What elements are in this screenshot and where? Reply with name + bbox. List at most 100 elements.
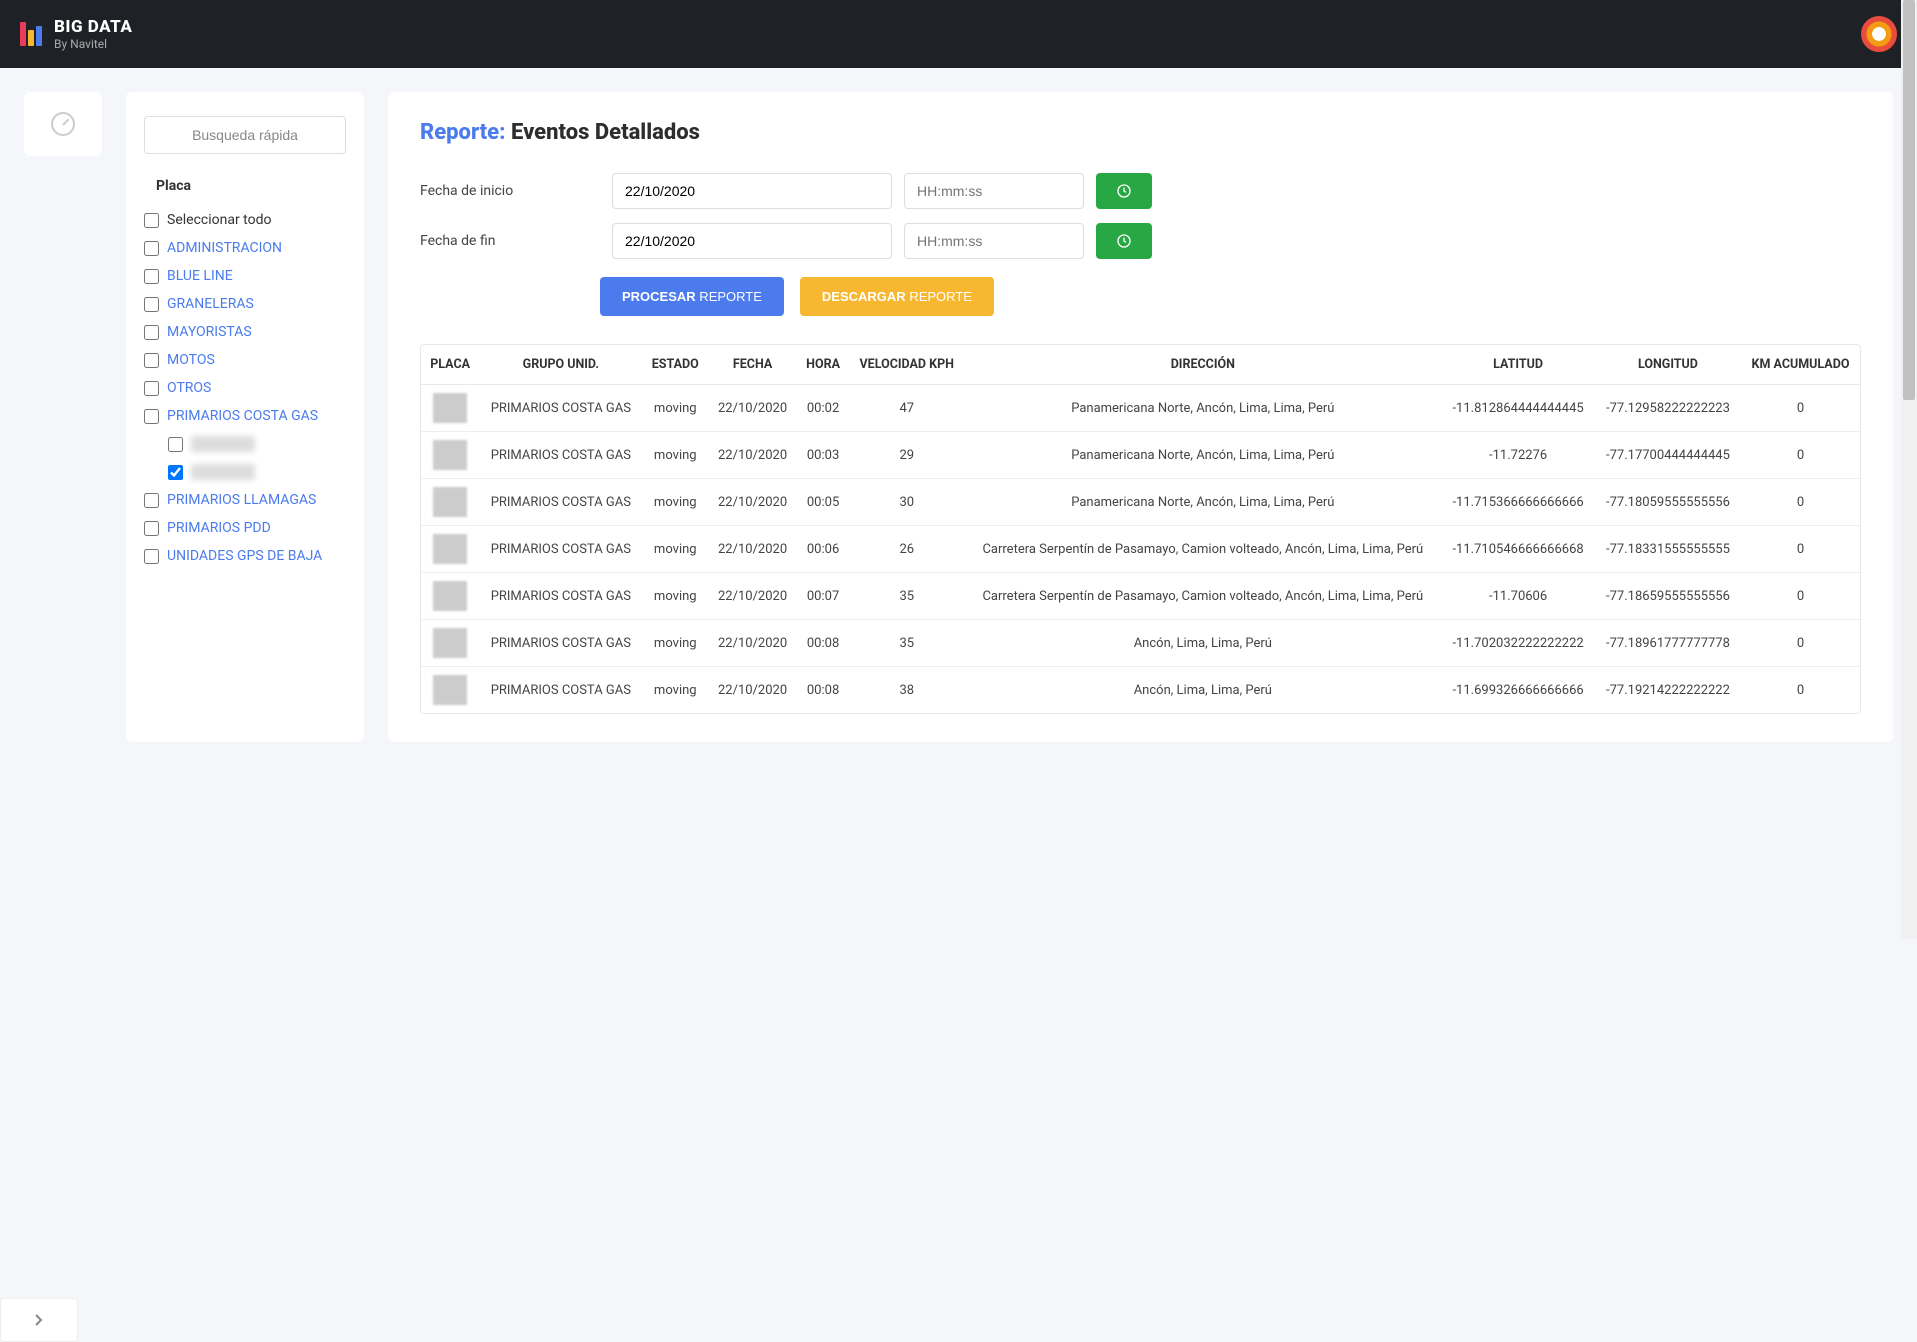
table-cell: 0	[1741, 620, 1860, 667]
clock-icon	[1116, 183, 1132, 199]
filter-item[interactable]: MOTOS	[144, 346, 346, 374]
filter-label[interactable]: GRANELERAS	[167, 296, 254, 312]
scrollbar[interactable]	[1901, 0, 1917, 939]
end-time-input[interactable]	[904, 223, 1084, 259]
table-cell: 00:07	[797, 573, 849, 620]
dashboard-icon[interactable]	[51, 112, 75, 136]
table-cell: 00:05	[797, 479, 849, 526]
filter-sub-item[interactable]: XXX-XXX	[144, 458, 346, 486]
filter-item[interactable]: GRANELERAS	[144, 290, 346, 318]
filter-item[interactable]: PRIMARIOS COSTA GAS	[144, 402, 346, 430]
table-cell: 26	[849, 526, 964, 573]
table-cell: -77.18059555555556	[1595, 479, 1741, 526]
table-cell: PRIMARIOS COSTA GAS	[479, 620, 642, 667]
filter-item[interactable]: ADMINISTRACION	[144, 234, 346, 262]
filter-sub-item[interactable]: XXX-XXX	[144, 430, 346, 458]
table-cell: moving	[642, 620, 708, 667]
filter-checkbox[interactable]	[144, 493, 159, 508]
table-cell: 22/10/2020	[708, 432, 797, 479]
table-cell: moving	[642, 526, 708, 573]
filter-label[interactable]: OTROS	[167, 380, 211, 396]
table-cell: 0	[1741, 432, 1860, 479]
table-cell: moving	[642, 432, 708, 479]
filter-checkbox[interactable]	[144, 241, 159, 256]
filter-checkbox[interactable]	[168, 465, 183, 480]
start-time-input[interactable]	[904, 173, 1084, 209]
end-date-input[interactable]	[612, 223, 892, 259]
scrollbar-thumb[interactable]	[1903, 0, 1915, 400]
table-cell: 0	[1741, 479, 1860, 526]
table-header: ESTADO	[642, 345, 708, 385]
table-cell: moving	[642, 479, 708, 526]
filter-checkbox[interactable]	[144, 213, 159, 228]
filter-label[interactable]: ADMINISTRACION	[167, 240, 282, 256]
download-report-button[interactable]: DESCARGAR REPORTE	[800, 277, 994, 316]
filter-checkbox[interactable]	[144, 381, 159, 396]
filter-label[interactable]: MAYORISTAS	[167, 324, 252, 340]
report-table: PLACAGRUPO UNID.ESTADOFECHAHORAVELOCIDAD…	[421, 345, 1860, 713]
filter-checkbox[interactable]	[144, 353, 159, 368]
table-cell: -11.702032222222222	[1441, 620, 1595, 667]
table-cell: 0	[1741, 667, 1860, 714]
filter-item[interactable]: BLUE LINE	[144, 262, 346, 290]
filter-checkbox[interactable]	[144, 409, 159, 424]
table-cell: PRIMARIOS COSTA GAS	[479, 667, 642, 714]
table-header: HORA	[797, 345, 849, 385]
filter-checkbox[interactable]	[144, 297, 159, 312]
start-time-now-button[interactable]	[1096, 173, 1152, 209]
table-header: PLACA	[421, 345, 479, 385]
table-cell: Panamericana Norte, Ancón, Lima, Lima, P…	[964, 385, 1441, 432]
filter-item[interactable]: OTROS	[144, 374, 346, 402]
filter-checkbox[interactable]	[144, 269, 159, 284]
start-date-input[interactable]	[612, 173, 892, 209]
filter-label[interactable]: BLUE LINE	[167, 268, 233, 284]
filter-item[interactable]: MAYORISTAS	[144, 318, 346, 346]
filter-label[interactable]: MOTOS	[167, 352, 215, 368]
table-header: GRUPO UNID.	[479, 345, 642, 385]
logo-icon	[20, 22, 42, 46]
table-cell: 22/10/2020	[708, 526, 797, 573]
filter-item[interactable]: PRIMARIOS PDD	[144, 514, 346, 542]
filter-item[interactable]: PRIMARIOS LLAMAGAS	[144, 486, 346, 514]
placa-redacted	[433, 393, 467, 423]
search-input[interactable]	[144, 116, 346, 154]
placa-redacted	[433, 675, 467, 705]
table-cell: -11.699326666666666	[1441, 667, 1595, 714]
filter-item[interactable]: UNIDADES GPS DE BAJA	[144, 542, 346, 570]
table-cell	[421, 620, 479, 667]
table-row: PRIMARIOS COSTA GASmoving22/10/202000:08…	[421, 620, 1860, 667]
table-row: PRIMARIOS COSTA GASmoving22/10/202000:06…	[421, 526, 1860, 573]
table-cell: -11.710546666666668	[1441, 526, 1595, 573]
table-cell: -11.812864444444445	[1441, 385, 1595, 432]
filter-tree: Seleccionar todo ADMINISTRACION BLUE LINE G…	[144, 206, 346, 570]
filter-label[interactable]: PRIMARIOS PDD	[167, 520, 271, 536]
table-cell: 38	[849, 667, 964, 714]
table-cell: -77.12958222222223	[1595, 385, 1741, 432]
table-cell: 00:08	[797, 620, 849, 667]
table-cell: 00:08	[797, 667, 849, 714]
table-cell: moving	[642, 573, 708, 620]
table-cell: Ancón, Lima, Lima, Perú	[964, 620, 1441, 667]
table-header: LATITUD	[1441, 345, 1595, 385]
end-time-now-button[interactable]	[1096, 223, 1152, 259]
filter-label[interactable]: PRIMARIOS LLAMAGAS	[167, 492, 316, 508]
filter-item[interactable]: Seleccionar todo	[144, 206, 346, 234]
filter-label[interactable]: UNIDADES GPS DE BAJA	[167, 548, 322, 564]
filter-checkbox[interactable]	[168, 437, 183, 452]
table-cell: 0	[1741, 526, 1860, 573]
table-row: PRIMARIOS COSTA GASmoving22/10/202000:08…	[421, 667, 1860, 714]
app-header: BIG DATA By Navitel	[0, 0, 1917, 68]
filter-checkbox[interactable]	[144, 549, 159, 564]
filter-checkbox[interactable]	[144, 325, 159, 340]
table-cell	[421, 479, 479, 526]
rail-toggle-button[interactable]	[0, 1298, 78, 1342]
table-cell: Carretera Serpentín de Pasamayo, Camion …	[964, 526, 1441, 573]
main-panel: Reporte: Eventos Detallados Fecha de ini…	[388, 92, 1893, 742]
filter-checkbox[interactable]	[144, 521, 159, 536]
table-cell	[421, 667, 479, 714]
report-table-wrap: PLACAGRUPO UNID.ESTADOFECHAHORAVELOCIDAD…	[420, 344, 1861, 714]
process-report-button[interactable]: PROCESAR REPORTE	[600, 277, 784, 316]
brand-title: BIG DATA	[54, 17, 132, 37]
user-avatar[interactable]	[1861, 16, 1897, 52]
filter-label[interactable]: PRIMARIOS COSTA GAS	[167, 408, 318, 424]
